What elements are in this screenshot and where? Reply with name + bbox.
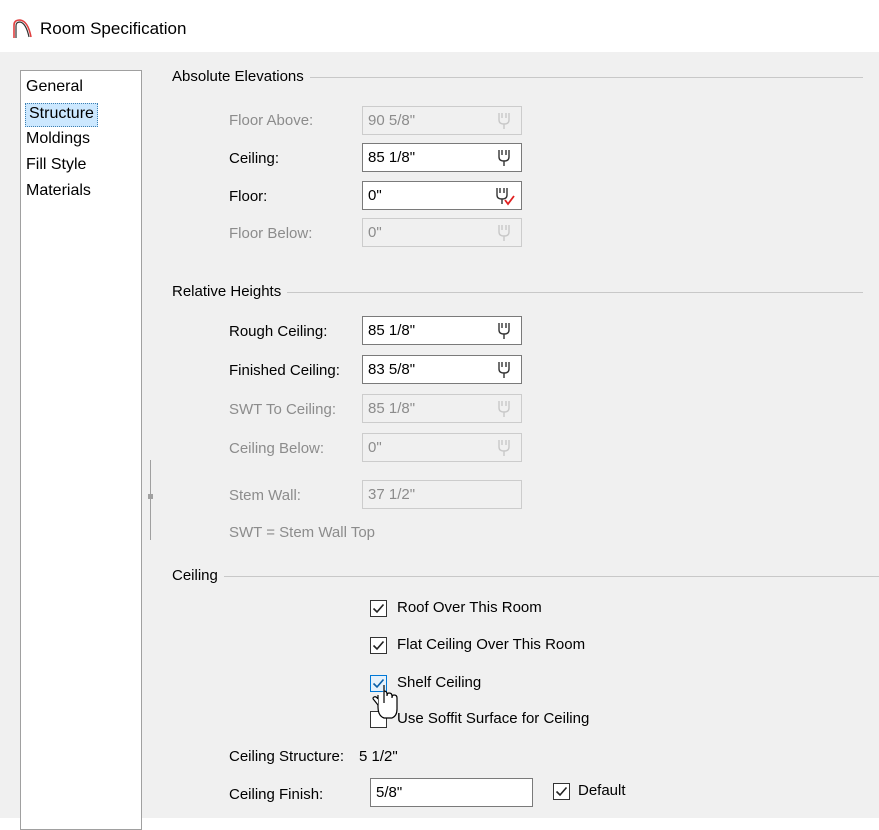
flat-ceiling-checkbox[interactable] <box>370 637 387 654</box>
lock-checked-icon[interactable] <box>493 185 515 207</box>
lock-disabled-icon <box>498 113 510 129</box>
default-label[interactable]: Default <box>578 782 626 799</box>
ceiling-finish-field[interactable]: 5/8" <box>370 778 533 807</box>
group-divider <box>172 576 879 577</box>
swt-to-ceiling-label: SWT To Ceiling: <box>229 401 336 418</box>
ceiling-below-value: 0" <box>368 439 382 456</box>
stem-wall-value: 37 1/2" <box>368 486 416 503</box>
roof-over-checkbox[interactable] <box>370 600 387 617</box>
ceiling-group-title: Ceiling <box>172 567 224 584</box>
use-soffit-label[interactable]: Use Soffit Surface for Ceiling <box>397 710 589 727</box>
floor-below-label: Floor Below: <box>229 225 313 242</box>
sidebar-item-general[interactable]: General <box>26 76 83 98</box>
panel-splitter[interactable] <box>150 460 151 540</box>
rough-ceiling-value: 85 1/8" <box>368 322 416 339</box>
ceiling-below-field: 0" <box>362 433 522 462</box>
floor-label: Floor: <box>229 188 268 205</box>
ceiling-label: Ceiling: <box>229 150 280 167</box>
sidebar-item-fill-style[interactable]: Fill Style <box>26 154 86 176</box>
lock-disabled-icon <box>498 401 510 417</box>
finished-ceiling-label: Finished Ceiling: <box>229 362 340 379</box>
default-checkbox[interactable] <box>553 783 570 800</box>
ceiling-field[interactable]: 85 1/8" <box>362 143 522 172</box>
lock-disabled-icon <box>498 440 510 456</box>
checkmark-icon <box>372 640 385 651</box>
lock-disabled-icon <box>498 225 510 241</box>
stem-wall-field: 37 1/2" <box>362 480 522 509</box>
room-app-icon <box>13 19 32 38</box>
lock-icon[interactable] <box>493 359 515 381</box>
splitter-grip-icon[interactable] <box>148 494 153 499</box>
floor-above-value: 90 5/8" <box>368 112 416 129</box>
window-title: Room Specification <box>40 19 187 38</box>
title-bar: Room Specification <box>0 0 879 52</box>
floor-above-label: Floor Above: <box>229 112 314 129</box>
ceiling-finish-value: 5/8" <box>376 784 403 801</box>
mouse-pointer-icon <box>372 685 398 719</box>
finished-ceiling-value: 83 5/8" <box>368 361 416 378</box>
sidebar-item-materials[interactable]: Materials <box>26 180 91 202</box>
rough-ceiling-label: Rough Ceiling: <box>229 323 328 340</box>
ceiling-structure-value: 5 1/2" <box>359 748 398 765</box>
ceiling-finish-label: Ceiling Finish: <box>229 786 324 803</box>
swt-note: SWT = Stem Wall Top <box>229 524 376 541</box>
checkmark-icon <box>372 603 385 614</box>
shelf-ceiling-label[interactable]: Shelf Ceiling <box>397 674 481 691</box>
swt-to-ceiling-field: 85 1/8" <box>362 394 522 423</box>
floor-field[interactable]: 0" <box>362 181 522 210</box>
lock-icon[interactable] <box>493 147 515 169</box>
rough-ceiling-field[interactable]: 85 1/8" <box>362 316 522 345</box>
floor-value: 0" <box>368 187 382 204</box>
floor-below-field: 0" <box>362 218 522 247</box>
sidebar-item-moldings[interactable]: Moldings <box>26 128 90 150</box>
checkmark-icon <box>555 786 568 797</box>
flat-ceiling-label[interactable]: Flat Ceiling Over This Room <box>397 636 585 653</box>
floor-above-field: 90 5/8" <box>362 106 522 135</box>
roof-over-label[interactable]: Roof Over This Room <box>397 599 542 616</box>
category-list[interactable]: General Structure Moldings Fill Style Ma… <box>20 70 142 830</box>
lock-icon[interactable] <box>493 320 515 342</box>
finished-ceiling-field[interactable]: 83 5/8" <box>362 355 522 384</box>
ceiling-structure-label: Ceiling Structure: <box>229 748 345 765</box>
swt-to-ceiling-value: 85 1/8" <box>368 400 416 417</box>
relative-heights-title: Relative Heights <box>172 283 288 300</box>
stem-wall-label: Stem Wall: <box>229 487 301 504</box>
ceiling-below-label: Ceiling Below: <box>229 440 325 457</box>
ceiling-value: 85 1/8" <box>368 149 416 166</box>
sidebar-item-structure[interactable]: Structure <box>25 103 98 127</box>
floor-below-value: 0" <box>368 224 382 241</box>
absolute-elevations-title: Absolute Elevations <box>172 68 310 85</box>
